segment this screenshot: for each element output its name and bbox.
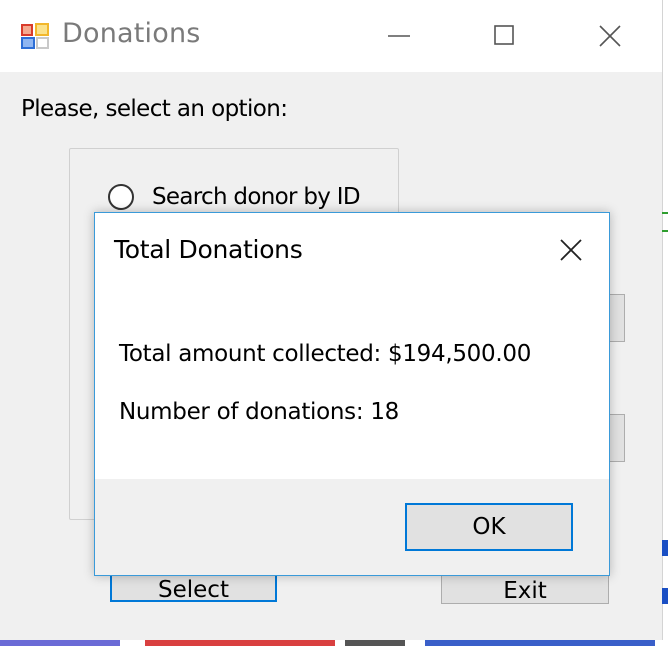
close-button[interactable] — [585, 14, 635, 58]
close-icon — [560, 239, 582, 261]
radio-button-circle[interactable] — [108, 184, 134, 210]
background-window-edge — [662, 212, 668, 214]
background-window-edge — [662, 588, 668, 604]
prompt-label: Please, select an option: — [21, 96, 288, 122]
background-window-edge — [662, 230, 668, 232]
title-bar[interactable]: Donations — [0, 0, 662, 72]
minimize-icon — [388, 35, 410, 37]
radio-label: Search donor by ID — [152, 184, 361, 210]
background-editor-strip — [0, 640, 668, 648]
donation-count-text: Number of donations: 18 — [119, 399, 399, 425]
maximize-button[interactable] — [480, 14, 530, 58]
close-icon — [599, 25, 621, 47]
dialog-close-button[interactable] — [550, 233, 590, 267]
background-window-edge — [662, 540, 668, 556]
dialog-footer: OK — [95, 479, 609, 575]
total-amount-text: Total amount collected: $194,500.00 — [119, 341, 532, 367]
maximize-icon — [494, 25, 514, 45]
minimize-button[interactable] — [374, 14, 424, 58]
total-donations-dialog: Total Donations Total amount collected: … — [94, 212, 610, 576]
form-app-icon — [20, 22, 50, 50]
dialog-title: Total Donations — [114, 235, 303, 264]
ok-button[interactable]: OK — [405, 503, 573, 551]
window-title: Donations — [62, 18, 201, 49]
